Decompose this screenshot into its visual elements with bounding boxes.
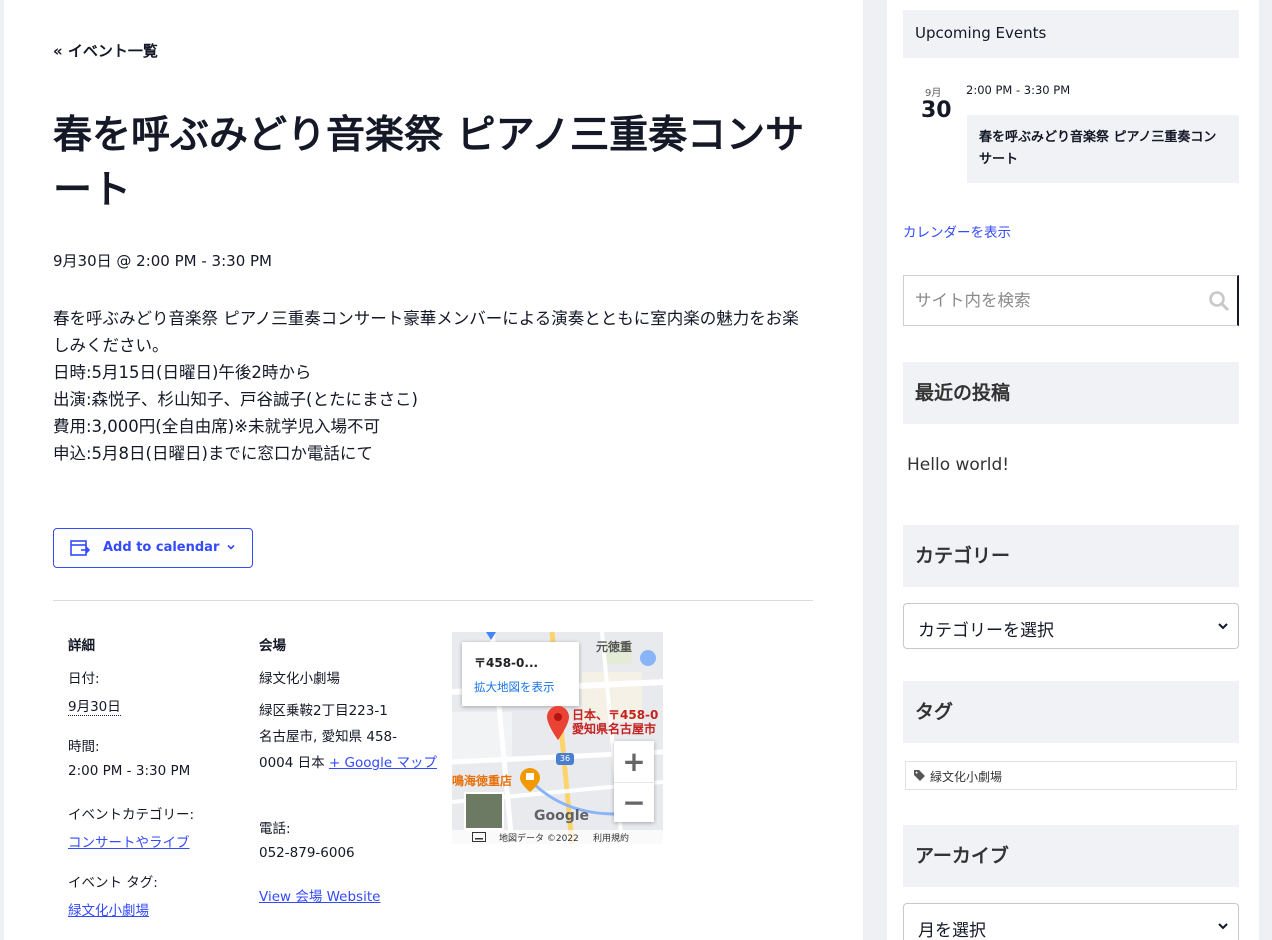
time-label: 時間: xyxy=(68,739,100,755)
categories-title: カテゴリー xyxy=(915,545,1011,567)
zoom-out-button[interactable]: − xyxy=(614,782,654,822)
archive-select[interactable]: 月を選択 xyxy=(903,903,1239,940)
sidebar: Upcoming Events 9月 30 2:00 PM - 3:30 PM … xyxy=(887,0,1259,940)
categories-header: カテゴリー xyxy=(903,525,1239,587)
description-line: 出演:森悦子、杉山知子、戸谷誠子(とたにまさこ) xyxy=(53,390,418,409)
venue-address-line: 0004 日本 xyxy=(259,755,325,771)
map-enlarge-link[interactable]: 拡大地図を表示 xyxy=(474,679,555,695)
tag-link[interactable]: 緑文化小劇場 xyxy=(68,903,149,919)
zoom-in-button[interactable]: + xyxy=(614,741,654,781)
map-pin-icon xyxy=(547,706,569,740)
view-calendar-link[interactable]: カレンダーを表示 xyxy=(903,221,1011,241)
venue-section: 会場 緑文化小劇場 緑区乗鞍2丁目223-1 名古屋市, 愛知県 458- 00… xyxy=(259,634,437,934)
recent-posts-title: 最近の投稿 xyxy=(915,382,1011,404)
category-link[interactable]: コンサートやライブ xyxy=(68,835,190,851)
calendar-export-icon xyxy=(70,540,90,556)
event-datetime: 9月30日 @ 2:00 PM - 3:30 PM xyxy=(53,252,272,270)
route-badge: 36 xyxy=(556,753,574,765)
add-to-calendar-button[interactable]: Add to calendar xyxy=(53,528,253,568)
archive-header: アーカイブ xyxy=(903,825,1239,887)
google-logo: Google xyxy=(534,808,590,824)
search-input[interactable] xyxy=(905,277,1195,323)
event-title: 春を呼ぶみどり音楽祭 ピアノ三重奏コンサート xyxy=(53,113,805,213)
upcoming-event-title[interactable]: 春を呼ぶみどり音楽祭 ピアノ三重奏コンサート xyxy=(979,127,1229,171)
keyboard-icon[interactable] xyxy=(472,832,486,842)
category-label: イベントカテゴリー: xyxy=(68,807,195,823)
archive-title: アーカイブ xyxy=(915,845,1009,867)
tags-title: タグ xyxy=(915,701,954,723)
time-value: 2:00 PM - 3:30 PM xyxy=(68,763,191,779)
section-divider xyxy=(53,600,813,601)
phone-label: 電話: xyxy=(259,821,291,837)
map-poi-label: 鳴海徳重店 xyxy=(452,774,513,788)
phone-value: 052-879-6006 xyxy=(259,845,355,861)
recent-post-link[interactable]: Hello world! xyxy=(907,455,1009,475)
back-to-events-link[interactable]: « イベント一覧 xyxy=(53,40,158,61)
map-info-zip: 〒458-0... xyxy=(474,656,539,670)
upcoming-event-card[interactable]: 春を呼ぶみどり音楽祭 ピアノ三重奏コンサート xyxy=(967,115,1239,183)
upcoming-event-month: 9月 xyxy=(925,88,942,99)
venue-heading: 会場 xyxy=(259,638,286,654)
tag-label[interactable]: 緑文化小劇場 xyxy=(930,768,1002,785)
google-map-link[interactable]: + Google マップ xyxy=(329,755,437,771)
map-footer: 地図データ ©2022 利用規約 xyxy=(452,830,663,844)
upcoming-events-header: Upcoming Events xyxy=(903,10,1239,58)
venue-map[interactable]: 元徳重 〒458-0... 拡大地図を表示 日本、〒458-0 愛知県名古屋市 … xyxy=(452,632,663,844)
chevron-down-icon xyxy=(1218,923,1228,930)
category-select-value: カテゴリーを選択 xyxy=(918,621,1054,641)
tag-icon xyxy=(914,770,925,781)
search-icon[interactable] xyxy=(1208,290,1230,312)
description-intro: 春を呼ぶみどり音楽祭 ピアノ三重奏コンサート豪華メンバーによる演奏とともに室内楽… xyxy=(53,309,799,355)
map-pin-label-line: 愛知県名古屋市 xyxy=(572,722,657,736)
venue-address-line: 緑区乗鞍2丁目223-1 xyxy=(259,703,388,719)
venue-name: 緑文化小劇場 xyxy=(259,671,340,687)
category-select[interactable]: カテゴリーを選択 xyxy=(903,603,1239,649)
details-heading: 詳細 xyxy=(68,638,95,654)
map-data-credit: 地図データ ©2022 xyxy=(499,834,579,844)
venue-website-link[interactable]: View 会場 Website xyxy=(259,889,380,905)
description-line: 申込:5月8日(日曜日)までに窓口か電話にて xyxy=(53,444,373,463)
add-to-calendar-label: Add to calendar xyxy=(103,540,220,555)
tag-label: イベント タグ: xyxy=(68,875,158,891)
map-zoom-control: + − xyxy=(614,741,654,822)
map-pin-label: 日本、〒458-0 愛知県名古屋市 xyxy=(572,708,658,736)
details-section: 詳細 日付: 9月30日 時間: 2:00 PM - 3:30 PM イベントカ… xyxy=(68,634,238,934)
tags-header: タグ xyxy=(903,681,1239,743)
date-label: 日付: xyxy=(68,671,100,687)
chevron-down-icon xyxy=(1218,623,1228,630)
map-pin-label-line: 日本、〒458-0 xyxy=(572,708,659,722)
upcoming-event-time: 2:00 PM - 3:30 PM xyxy=(966,83,1071,97)
map-info-window: 〒458-0... 拡大地図を表示 xyxy=(462,642,579,706)
recent-posts-header: 最近の投稿 xyxy=(903,362,1239,424)
archive-select-value: 月を選択 xyxy=(918,921,986,940)
upcoming-events-title: Upcoming Events xyxy=(915,24,1047,42)
tag-cloud-item[interactable]: 緑文化小劇場 xyxy=(905,761,1237,790)
satellite-toggle-button[interactable] xyxy=(464,792,504,830)
event-description: 春を呼ぶみどり音楽祭 ピアノ三重奏コンサート豪華メンバーによる演奏とともに室内楽… xyxy=(53,305,813,467)
description-line: 費用:3,000円(全自由席)※未就学児入場不可 xyxy=(53,417,380,436)
description-line: 日時:5月15日(日曜日)午後2時から xyxy=(53,363,312,382)
main-content: « イベント一覧 春を呼ぶみどり音楽祭 ピアノ三重奏コンサート 9月30日 @ … xyxy=(4,0,863,940)
upcoming-event-day: 30 xyxy=(921,98,952,123)
map-place-label: 元徳重 xyxy=(596,640,633,654)
date-value: 9月30日 xyxy=(68,699,121,716)
venue-address-line: 名古屋市, 愛知県 458- xyxy=(259,729,398,745)
chevron-down-icon xyxy=(227,544,235,550)
site-search xyxy=(903,275,1239,326)
poi-marker-icon xyxy=(520,768,540,792)
map-terms-link[interactable]: 利用規約 xyxy=(593,831,629,844)
